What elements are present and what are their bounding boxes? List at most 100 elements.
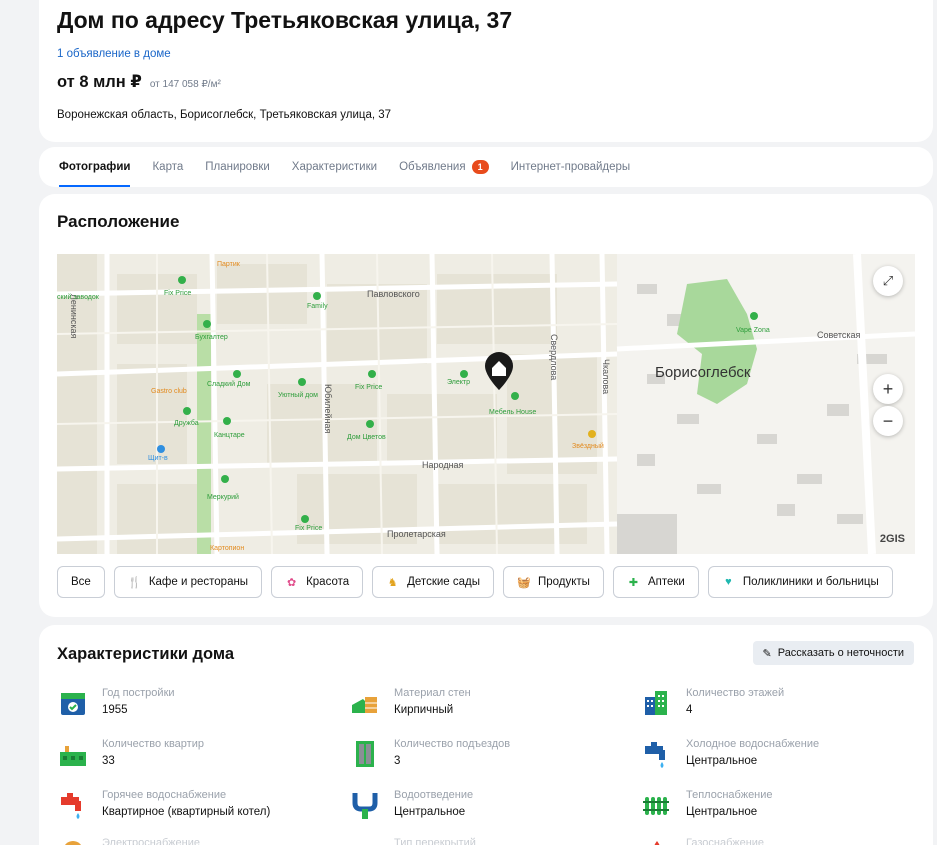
tab-label: Характеристики — [291, 161, 378, 173]
chip-label: Поликлиники и больницы — [742, 576, 879, 588]
apartments-icon — [60, 746, 86, 766]
door-icon — [356, 741, 374, 767]
chip-label: Детские сады — [407, 576, 480, 588]
tab-label: Объявления — [399, 161, 466, 173]
tab-photos[interactable]: Фотографии — [48, 147, 141, 187]
char-value: Центральное — [394, 806, 466, 818]
chip-label: Красота — [306, 576, 350, 588]
expand-icon: ⤢ — [882, 273, 894, 288]
svg-text:Gastro club: Gastro club — [151, 388, 187, 395]
char-label: Газоснабжение — [686, 837, 765, 845]
tab-label: Планировки — [205, 161, 270, 173]
svg-text:Звёздный: Звёздный — [572, 442, 604, 450]
house-address: Воронежская область, Борисоглебск, Треть… — [57, 109, 392, 121]
filter-cafes[interactable]: 🍴 Кафе и рестораны — [113, 566, 263, 598]
svg-text:Мебель House: Мебель House — [489, 408, 536, 416]
lightbulb-icon — [65, 841, 81, 845]
tab-internet-providers[interactable]: Интернет-провайдеры — [500, 147, 642, 187]
char-value: 33 — [102, 755, 115, 767]
char-label: Количество этажей — [686, 687, 785, 699]
map-provider-logo: 2GIS — [879, 533, 905, 545]
chip-label: Все — [71, 576, 91, 588]
svg-text:Сладкий Дом: Сладкий Дом — [207, 380, 251, 388]
chip-label: Продукты — [537, 576, 590, 588]
svg-text:Щит-в: Щит-в — [148, 455, 168, 462]
char-label: Количество квартир — [102, 738, 204, 750]
tab-characteristics[interactable]: Характеристики — [281, 147, 388, 187]
poi-filters: Все 🍴 Кафе и рестораны ✿ Красота ♞ Детские … — [57, 566, 893, 598]
street-label: Народная — [422, 460, 464, 470]
tab-ads[interactable]: Объявления 1 — [388, 147, 500, 187]
char-label: Электроснабжение — [102, 837, 200, 845]
svg-text:ский заводок: ский заводок — [57, 293, 100, 301]
price-per-m2: от 147 058 ₽/м² — [149, 79, 221, 90]
characteristics-title: Характеристики дома — [57, 645, 235, 663]
svg-text:Уютный дом: Уютный дом — [278, 391, 318, 399]
location-title: Расположение — [57, 212, 180, 231]
tab-layouts[interactable]: Планировки — [194, 147, 281, 187]
svg-text:Дом Цветов: Дом Цветов — [347, 434, 386, 441]
report-inaccuracy-button[interactable]: ✎ Рассказать о неточности — [752, 641, 914, 665]
filter-kindergartens[interactable]: ♞ Детские сады — [372, 566, 494, 598]
svg-text:Канцтаре: Канцтаре — [214, 432, 245, 439]
fullscreen-button[interactable]: ⤢ — [873, 266, 903, 296]
flower-icon: ✿ — [286, 576, 297, 589]
street-label: Свердлова — [549, 334, 559, 380]
char-value: Центральное — [686, 755, 758, 767]
fork-knife-icon: 🍴 — [127, 576, 142, 589]
buildings-icon — [645, 691, 667, 715]
cold-tap-icon — [645, 742, 665, 768]
map[interactable]: Павловского Народная Пролетарская Юбилей… — [57, 254, 915, 554]
ads-in-house-link[interactable]: 1 объявление в доме — [57, 48, 171, 60]
char-value: 4 — [686, 704, 693, 716]
svg-text:Family: Family — [307, 303, 328, 310]
svg-text:Fix Price: Fix Price — [164, 290, 191, 297]
char-label: Год постройки — [102, 687, 175, 699]
page-title: Дом по адресу Третьяковская улица, 37 — [57, 7, 513, 33]
char-value: 3 — [394, 755, 401, 767]
svg-text:Бухгалтер: Бухгалтер — [195, 334, 228, 341]
price-row: от 8 млн ₽ от 147 058 ₽/м² — [57, 72, 221, 92]
char-value: Кирпичный — [394, 704, 454, 716]
chip-label: Аптеки — [647, 576, 685, 588]
map-canvas: Павловского Народная Пролетарская Юбилей… — [57, 254, 915, 554]
char-value: Квартирное (квартирный котел) — [102, 806, 271, 818]
house-header-card: Дом по адресу Третьяковская улица, 37 1 … — [39, 0, 933, 142]
calendar-icon — [61, 693, 85, 715]
tab-map[interactable]: Карта — [141, 147, 194, 187]
tab-label: Интернет-провайдеры — [510, 161, 631, 173]
street-label: Чкалова — [601, 359, 611, 394]
filter-groceries[interactable]: 🧺 Продукты — [502, 566, 604, 598]
filter-beauty[interactable]: ✿ Красота — [271, 566, 364, 598]
svg-text:Fix Price: Fix Price — [295, 525, 322, 532]
characteristics-card: Характеристики дома ✎ Рассказать о неточ… — [39, 625, 933, 845]
char-label: Тип перекрытий — [394, 837, 476, 845]
flame-icon — [654, 841, 660, 845]
basket-icon: 🧺 — [516, 576, 531, 589]
hot-tap-icon — [61, 793, 81, 819]
location-card: Расположение Павловского Народная Пролет… — [39, 194, 933, 617]
bricks-icon — [352, 697, 377, 713]
zoom-out-button[interactable]: − — [873, 406, 903, 436]
zoom-in-button[interactable]: + — [873, 374, 903, 404]
char-label: Горячее водоснабжение — [102, 789, 227, 801]
tab-label: Карта — [152, 161, 184, 173]
char-value: 1955 — [102, 704, 128, 716]
city-label: Борисоглебск — [655, 364, 751, 381]
filter-pharmacies[interactable]: ✚ Аптеки — [612, 566, 699, 598]
svg-text:Меркурий: Меркурий — [207, 493, 239, 501]
char-label: Теплоснабжение — [686, 789, 773, 801]
char-label: Материал стен — [394, 687, 471, 699]
plus-icon: + — [882, 378, 894, 399]
heart-pulse-icon: ♥ — [725, 576, 732, 588]
radiator-icon — [643, 797, 669, 815]
section-tabs: Фотографии Карта Планировки Характеристи… — [39, 147, 933, 187]
pipe-icon — [352, 793, 378, 819]
svg-text:Партик: Партик — [217, 261, 241, 268]
ads-count-badge: 1 — [471, 160, 489, 174]
button-label: Рассказать о неточности — [777, 647, 904, 659]
minus-icon: − — [882, 410, 894, 431]
filter-all[interactable]: Все — [57, 566, 105, 598]
pharmacy-icon: ✚ — [628, 576, 639, 589]
filter-clinics[interactable]: ♥ Поликлиники и больницы — [707, 566, 893, 598]
